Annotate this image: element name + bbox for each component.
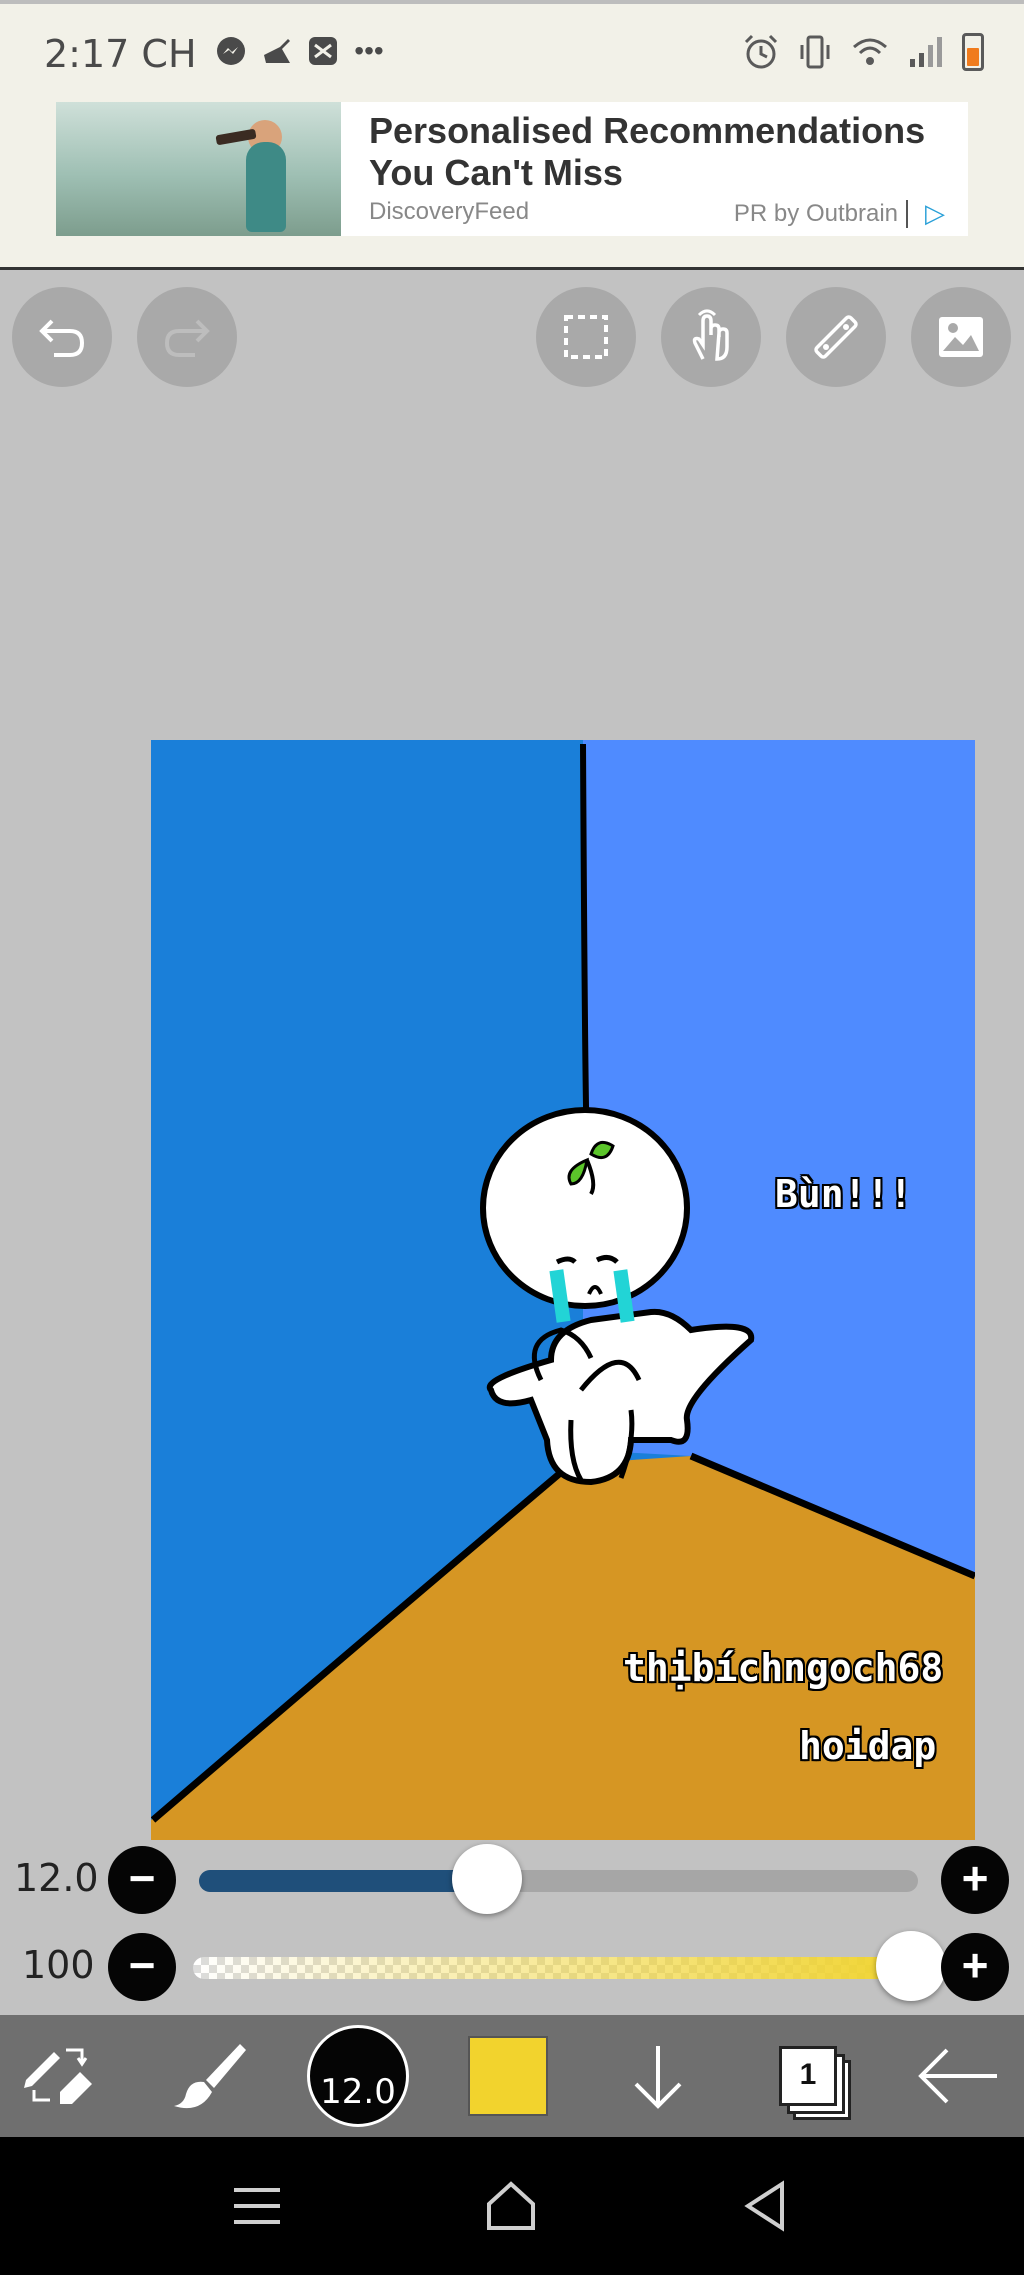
color-picker-button[interactable] [448, 2015, 568, 2137]
brush-size-value: 12.0 [14, 1856, 99, 1900]
image-button[interactable] [911, 287, 1011, 387]
ad-title[interactable]: Personalised Recommendations You Can't M… [369, 110, 954, 194]
ad-attribution[interactable]: PR by Outbrain [734, 200, 898, 228]
ruler-button[interactable] [786, 287, 886, 387]
arrow-left-icon [918, 2048, 997, 2104]
opacity-increase-button[interactable]: + [941, 1933, 1009, 2001]
current-color-swatch [468, 2036, 548, 2116]
opacity-fill [193, 1957, 918, 1979]
hand-icon [692, 309, 729, 361]
brush-size-track[interactable] [199, 1870, 918, 1892]
brush-size-decrease-button[interactable]: − [108, 1846, 176, 1914]
bottom-toolbar: 12.0 1 [0, 2015, 1024, 2137]
brush-size-thumb[interactable] [451, 1844, 522, 1914]
more-notifications-icon: ••• [354, 35, 384, 66]
recent-apps-button[interactable] [222, 2171, 292, 2241]
capcut-icon [306, 34, 340, 68]
pen-eraser-toggle-button[interactable] [0, 2015, 120, 2137]
opacity-value: 100 [22, 1943, 95, 1987]
hand-tool-button[interactable] [661, 287, 761, 387]
selection-icon [564, 315, 608, 359]
arrow-down-icon [634, 2046, 682, 2109]
redo-button[interactable] [137, 287, 237, 387]
home-icon [487, 2181, 535, 2230]
status-bar: 2:17 CH ••• [0, 0, 1024, 100]
layers-button[interactable]: 1 [748, 2015, 868, 2137]
brush-size-indicator: 12.0 [307, 2025, 409, 2127]
cleaner-icon [260, 34, 294, 68]
layer-count: 1 [779, 2046, 837, 2106]
system-icons [742, 32, 984, 72]
canvas-text-site: hoidap [799, 1724, 937, 1768]
ruler-icon [814, 315, 858, 359]
signal-icon [908, 32, 944, 72]
opacity-decrease-button[interactable]: − [108, 1933, 176, 2001]
system-nav-bar [0, 2137, 1024, 2275]
messenger-icon [214, 34, 248, 68]
notification-icons: ••• [214, 34, 386, 68]
opacity-slider-row: 100 − + [0, 1927, 1024, 2007]
battery-icon [962, 32, 984, 72]
canvas-text-user: thịbíchngoch68 [623, 1646, 944, 1690]
image-icon [939, 317, 983, 357]
alarm-icon [742, 32, 780, 72]
recent-apps-icon [234, 2188, 280, 2224]
status-time: 2:17 CH [44, 32, 197, 76]
home-button[interactable] [476, 2171, 546, 2241]
drawing-canvas[interactable]: Bùn!!! thịbíchngoch68 hoidap [151, 740, 975, 1840]
ad-card[interactable]: Personalised Recommendations You Can't M… [56, 102, 968, 236]
opacity-track[interactable] [193, 1957, 918, 1979]
vibrate-icon [798, 32, 832, 72]
back-button[interactable] [730, 2171, 800, 2241]
selection-button[interactable] [536, 287, 636, 387]
ad-source: DiscoveryFeed [369, 198, 530, 225]
ad-banner-area: Personalised Recommendations You Can't M… [0, 100, 1024, 270]
undo-icon [39, 319, 85, 357]
wifi-icon [850, 32, 890, 72]
brush-size-slider-row: 12.0 − + [0, 1840, 1024, 1920]
undo-button[interactable] [12, 287, 112, 387]
brush-size-fill [199, 1870, 487, 1892]
back-arrow-button[interactable] [898, 2015, 1018, 2137]
back-icon [744, 2180, 784, 2232]
ad-image[interactable] [56, 102, 341, 236]
brush-size-button[interactable]: 12.0 [298, 2015, 418, 2137]
download-button[interactable] [598, 2015, 718, 2137]
opacity-thumb[interactable] [876, 1931, 946, 2001]
brush-icon [174, 2044, 246, 2109]
pen-eraser-swap-icon [24, 2048, 92, 2104]
canvas-text-bun: Bùn!!! [775, 1172, 913, 1216]
brush-tool-button[interactable] [150, 2015, 270, 2137]
ad-choices-icon[interactable]: ▷ [920, 198, 950, 228]
brush-size-increase-button[interactable]: + [941, 1846, 1009, 1914]
redo-icon [164, 319, 210, 357]
